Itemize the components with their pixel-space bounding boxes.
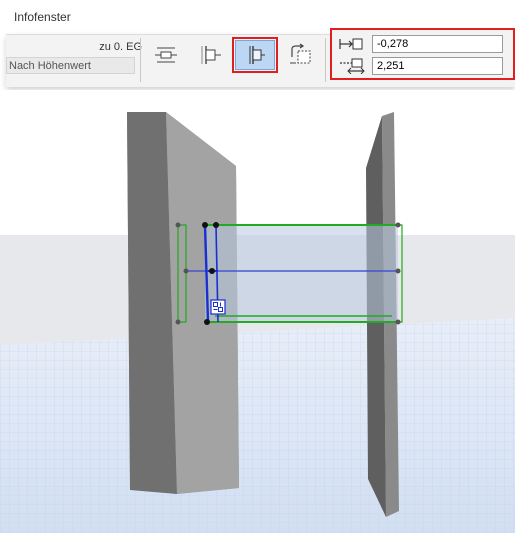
coordinate-panel (330, 28, 515, 80)
offset-left-icon (155, 47, 177, 63)
offset-left-button[interactable] (146, 40, 186, 70)
align-center-button[interactable] (232, 37, 278, 73)
rotate-flip-icon (290, 43, 311, 64)
hotspot[interactable] (202, 222, 208, 228)
window-opening (205, 225, 398, 322)
3d-viewport[interactable] (0, 90, 515, 533)
window-title: Infofenster (14, 10, 71, 24)
info-toolbar: zu 0. EG Nach Höhenwert (6, 28, 515, 87)
hotspot[interactable] (395, 222, 401, 228)
offset-distance-icon (338, 36, 372, 52)
anchor-select[interactable]: Nach Höhenwert (6, 57, 135, 74)
hotspot[interactable] (175, 319, 181, 325)
selection-handle-icon[interactable] (210, 299, 226, 315)
hotspot[interactable] (213, 222, 219, 228)
offset-value-input[interactable] (372, 35, 503, 53)
hotspot[interactable] (204, 319, 210, 325)
align-left-icon (201, 46, 221, 64)
hotspot[interactable] (395, 268, 401, 274)
height-value-input[interactable] (372, 57, 503, 75)
toolbar-separator (325, 38, 326, 82)
hotspot[interactable] (183, 268, 189, 274)
rotate-flip-button[interactable] (281, 40, 321, 70)
height-row (338, 56, 503, 76)
3d-scene[interactable] (0, 90, 515, 533)
hotspot[interactable] (395, 319, 401, 325)
height-offset-icon (338, 58, 372, 74)
offset-row (338, 34, 503, 54)
hotspot[interactable] (209, 268, 215, 274)
story-reference-label: zu 0. EG (99, 41, 142, 53)
toolbar-separator (140, 38, 141, 82)
align-left-button[interactable] (191, 40, 231, 70)
floor-grid (0, 318, 515, 533)
hotspot[interactable] (175, 222, 181, 228)
align-center-icon (249, 46, 265, 64)
sky-background (0, 90, 515, 235)
